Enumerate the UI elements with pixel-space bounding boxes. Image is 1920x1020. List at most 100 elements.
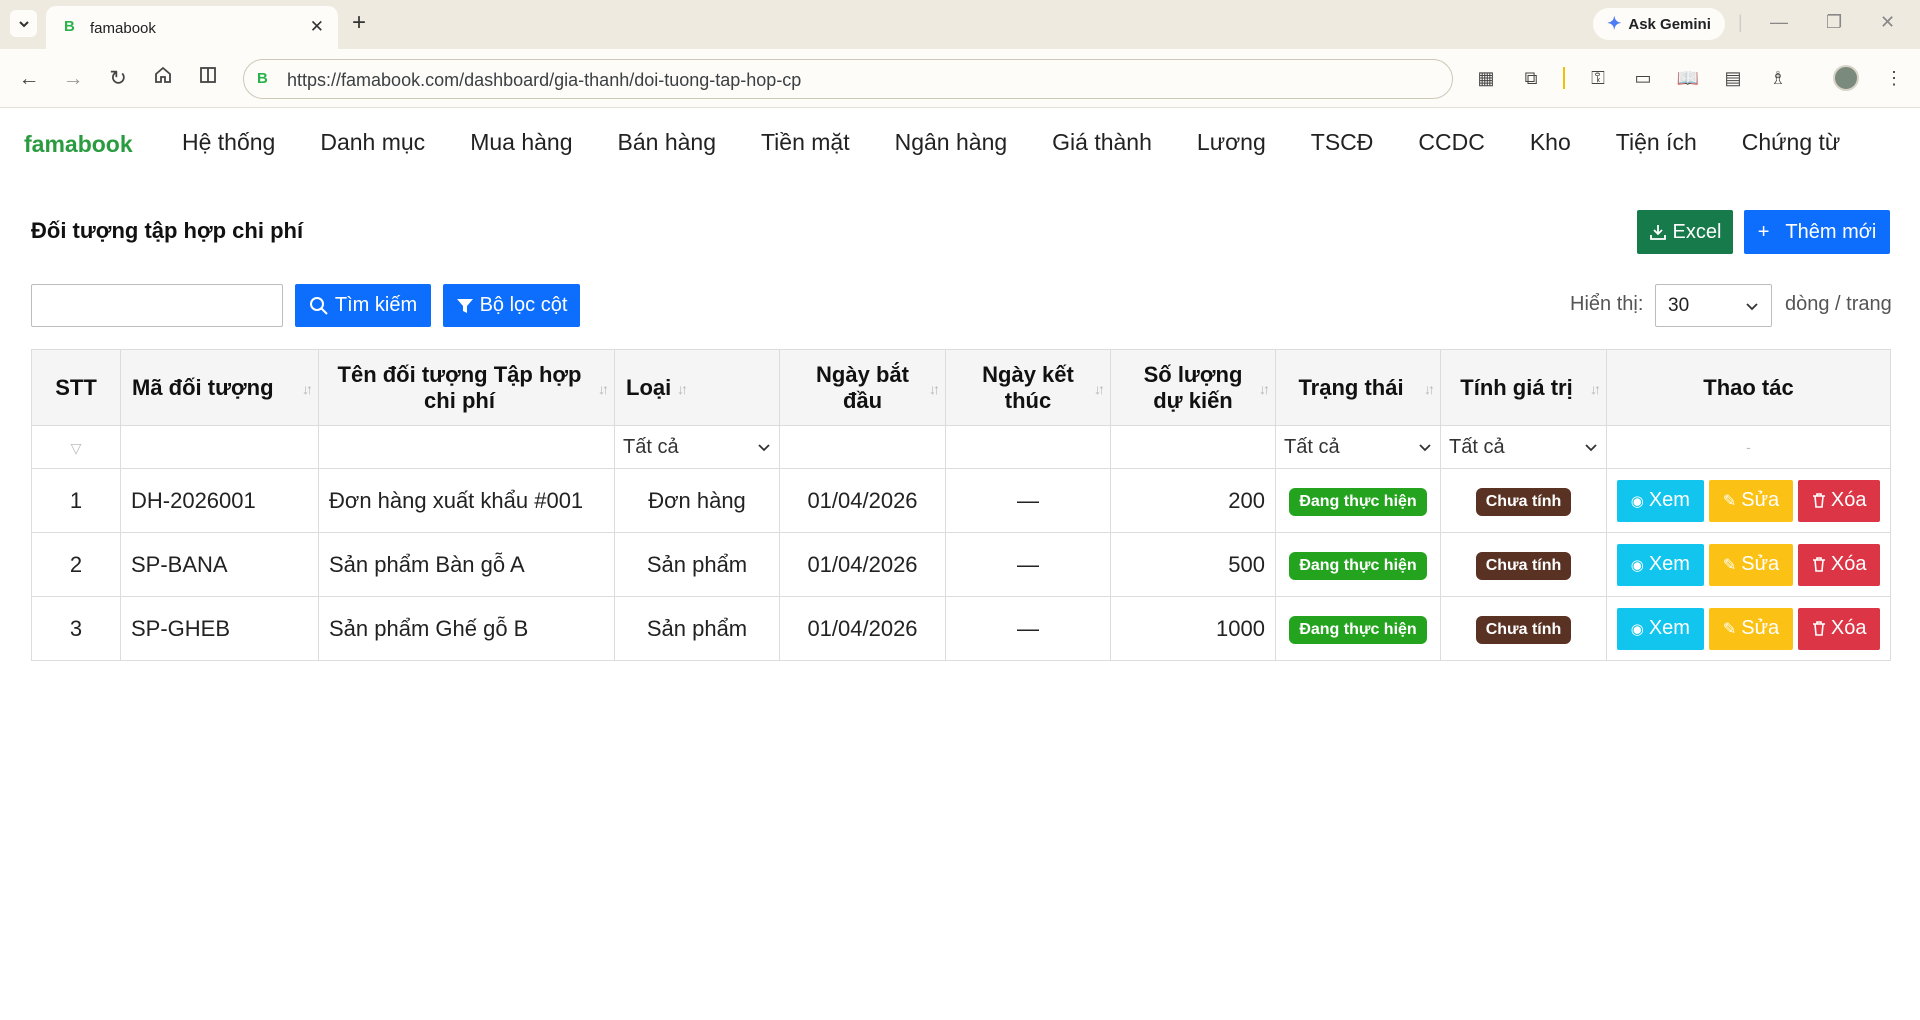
- menu-item-ccdc[interactable]: CCDC: [1418, 129, 1484, 156]
- col-header-status[interactable]: Trạng thái ↓↑: [1275, 349, 1441, 426]
- filter-code[interactable]: [120, 425, 319, 469]
- gemini-sparkle-icon: ✦: [1607, 14, 1622, 33]
- view-button[interactable]: ◉ Xem: [1617, 479, 1704, 522]
- minimize-icon[interactable]: —: [1770, 12, 1788, 33]
- reading-mode-icon[interactable]: 📖: [1676, 66, 1700, 90]
- site-info-icon[interactable]: B: [257, 70, 268, 87]
- table-header-row: STT Mã đối tượng ↓↑ Tên đối tượng Tập hợp…: [31, 349, 1891, 426]
- page-size-select[interactable]: 30: [1655, 284, 1772, 327]
- delete-label: Xóa: [1830, 553, 1867, 575]
- sort-icon[interactable]: ↓↑: [1424, 376, 1435, 402]
- pencil-icon: ✎: [1722, 620, 1737, 638]
- sort-icon[interactable]: ↓↑: [677, 376, 688, 402]
- tab-groups-icon[interactable]: ▤: [1721, 66, 1745, 90]
- edit-button[interactable]: ✎ Sửa: [1708, 543, 1794, 586]
- password-key-icon[interactable]: ⚿: [1586, 66, 1610, 90]
- payment-card-icon[interactable]: ▭: [1631, 66, 1655, 90]
- cell-quantity: 500: [1110, 532, 1276, 597]
- search-button[interactable]: Tìm kiếm: [295, 284, 431, 327]
- browser-tab[interactable]: B famabook ✕: [46, 6, 338, 49]
- eye-icon: ◉: [1630, 492, 1644, 510]
- ask-gemini-button[interactable]: ✦ Ask Gemini: [1593, 8, 1725, 40]
- menu-item-danh-muc[interactable]: Danh mục: [320, 129, 425, 156]
- filter-start-date[interactable]: [779, 425, 946, 469]
- delete-button[interactable]: Xóa: [1798, 607, 1880, 650]
- menu-item-tscd[interactable]: TSCĐ: [1311, 129, 1374, 156]
- menu-item-ngan-hang[interactable]: Ngân hàng: [895, 129, 1008, 156]
- main-menu: Hệ thống Danh mục Mua hàng Bán hàng Tiền…: [182, 129, 1885, 156]
- tab-search-dropdown-button[interactable]: [10, 10, 37, 37]
- menu-item-mua-hang[interactable]: Mua hàng: [470, 129, 572, 156]
- filter-name[interactable]: [318, 425, 615, 469]
- delete-button[interactable]: Xóa: [1798, 543, 1880, 586]
- col-header-quantity[interactable]: Số lượng dự kiến ↓↑: [1110, 349, 1276, 426]
- col-header-calc[interactable]: Tính giá trị ↓↑: [1440, 349, 1607, 426]
- table-row[interactable]: 2 SP-BANA Sản phẩm Bàn gỗ A Sản phẩm 01/04/2…: [31, 532, 1891, 597]
- add-new-button[interactable]: + Thêm mới: [1744, 210, 1890, 254]
- export-excel-button[interactable]: Excel: [1637, 210, 1733, 254]
- view-button[interactable]: ◉ Xem: [1617, 543, 1704, 586]
- brand-logo[interactable]: famabook: [24, 131, 133, 158]
- menu-item-ban-hang[interactable]: Bán hàng: [618, 129, 716, 156]
- menu-item-he-thong[interactable]: Hệ thống: [182, 129, 275, 156]
- more-menu-icon[interactable]: ⋮: [1882, 66, 1906, 90]
- sort-icon[interactable]: ↓↑: [1259, 376, 1270, 402]
- filter-end-date[interactable]: [945, 425, 1111, 469]
- table-row[interactable]: 1 DH-2026001 Đơn hàng xuất khẩu #001 Đơn hà…: [31, 468, 1891, 533]
- column-filter-button[interactable]: Bộ lọc cột: [443, 284, 580, 327]
- sort-icon[interactable]: ↓↑: [302, 376, 313, 402]
- col-header-name[interactable]: Tên đối tượng Tập hợp chi phí ↓↑: [318, 349, 615, 426]
- url-text[interactable]: https://famabook.com/dashboard/gia-thanh…: [287, 70, 801, 91]
- split-view-icon[interactable]: [194, 65, 222, 93]
- sort-icon[interactable]: ↓↑: [1094, 376, 1105, 402]
- menu-item-gia-thanh[interactable]: Giá thành: [1052, 129, 1152, 156]
- menu-item-tien-ich[interactable]: Tiện ích: [1616, 129, 1697, 156]
- col-header-start-date[interactable]: Ngày bắt đầu ↓↑: [779, 349, 946, 426]
- new-tab-button[interactable]: +: [352, 10, 366, 36]
- qr-code-icon[interactable]: ▦: [1474, 66, 1498, 90]
- sort-icon[interactable]: ↓↑: [1590, 376, 1601, 402]
- edit-label: Sửa: [1741, 553, 1780, 575]
- back-arrow-icon[interactable]: ←: [15, 65, 43, 93]
- filter-type-select[interactable]: Tất cả: [614, 425, 780, 469]
- cell-type: Sản phẩm: [614, 596, 780, 661]
- close-tab-icon[interactable]: ✕: [310, 17, 324, 37]
- menu-item-chung-tu[interactable]: Chứng từ: [1742, 129, 1841, 156]
- edit-button[interactable]: ✎ Sửa: [1708, 607, 1794, 650]
- eye-icon: ◉: [1630, 556, 1644, 574]
- edit-button[interactable]: ✎ Sửa: [1708, 479, 1794, 522]
- search-button-label: Tìm kiếm: [334, 294, 418, 316]
- forward-arrow-icon[interactable]: →: [59, 65, 87, 93]
- filter-calc-select[interactable]: Tất cả: [1440, 425, 1607, 469]
- filter-quantity[interactable]: [1110, 425, 1276, 469]
- search-input[interactable]: [31, 284, 283, 327]
- menu-item-luong[interactable]: Lương: [1197, 129, 1266, 156]
- profile-avatar[interactable]: [1833, 65, 1859, 91]
- sort-icon[interactable]: ↓↑: [598, 376, 609, 402]
- reload-icon[interactable]: ↻: [104, 65, 132, 93]
- toolbar-divider: [1563, 67, 1565, 89]
- extensions-icon[interactable]: ⧉: [1519, 66, 1543, 90]
- menu-item-kho[interactable]: Kho: [1530, 129, 1571, 156]
- trash-icon: [1812, 557, 1825, 572]
- col-header-code[interactable]: Mã đối tượng ↓↑: [120, 349, 319, 426]
- pencil-icon: ✎: [1722, 492, 1737, 510]
- funnel-icon[interactable]: ▽: [71, 440, 82, 456]
- restore-icon[interactable]: ❐: [1826, 12, 1842, 33]
- delete-button[interactable]: Xóa: [1798, 479, 1880, 522]
- sort-icon[interactable]: ↓↑: [929, 376, 940, 402]
- address-bar[interactable]: B https://famabook.com/dashboard/gia-tha…: [243, 59, 1453, 99]
- home-icon[interactable]: [149, 65, 177, 93]
- menu-item-tien-mat[interactable]: Tiền mặt: [761, 129, 850, 156]
- cell-stt: 3: [31, 596, 121, 661]
- view-button[interactable]: ◉ Xem: [1617, 607, 1704, 650]
- close-window-icon[interactable]: ✕: [1880, 12, 1895, 33]
- status-badge: Đang thực hiện: [1289, 551, 1427, 580]
- incognito-icon[interactable]: ♗: [1766, 66, 1790, 90]
- view-label: Xem: [1648, 553, 1690, 575]
- table-row[interactable]: 3 SP-GHEB Sản phẩm Ghế gỗ B Sản phẩm 01/04/2…: [31, 596, 1891, 661]
- cell-status: Đang thực hiện: [1275, 468, 1441, 533]
- filter-status-select[interactable]: Tất cả: [1275, 425, 1441, 469]
- col-header-type[interactable]: Loại ↓↑: [614, 349, 780, 426]
- col-header-end-date[interactable]: Ngày kết thúc ↓↑: [945, 349, 1111, 426]
